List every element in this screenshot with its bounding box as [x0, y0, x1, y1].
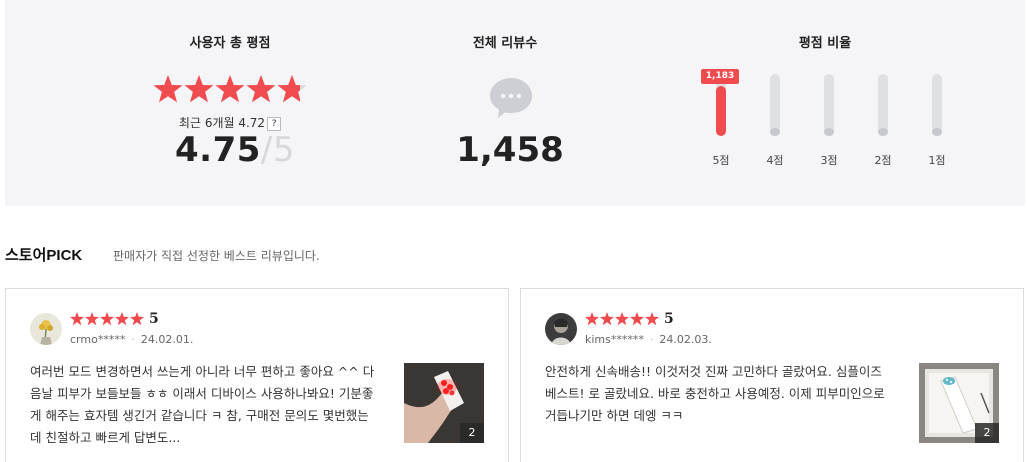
photo-count-badge: 2 — [975, 423, 999, 443]
bar-dot — [878, 128, 888, 136]
review-rating-stars — [70, 312, 144, 326]
bar-track — [878, 74, 888, 136]
rating-bar-1: 1점 — [917, 72, 957, 172]
star-icon — [85, 312, 99, 326]
rating-ratio-title: 평점 비율 — [798, 36, 852, 51]
review-photo-thumbnail[interactable]: 2 — [919, 363, 999, 443]
star-icon — [600, 312, 614, 326]
star-icon — [615, 312, 629, 326]
review-card[interactable]: 5 kims****** · 24.02.03. 안전하게 신속배송!! 이것저것 … — [520, 288, 1024, 462]
review-photo-thumbnail[interactable]: 2 — [404, 363, 484, 443]
recent-rating-label: 최근 6개월 4.72 — [178, 116, 266, 130]
rating-bar-2: 2점 — [863, 72, 903, 172]
avatar[interactable] — [545, 313, 577, 345]
bar-count-badge: 1,183 — [701, 69, 739, 84]
review-card[interactable]: 5 crmo***** · 24.02.01. 여러번 모드 변경하면서 쓰는게 아… — [5, 288, 509, 462]
star-icon — [130, 312, 144, 326]
review-text[interactable]: 안전하게 신속배송!! 이것저것 진짜 고민하다 골랐어요. 심플이즈 베스트!… — [545, 361, 895, 427]
bar-track — [824, 74, 834, 136]
rating-bar-5: 1,183 5점 — [701, 69, 741, 172]
total-reviews-title: 전체 리뷰수 — [472, 36, 538, 51]
bar-label: 2점 — [874, 154, 892, 167]
bar-label: 3점 — [820, 154, 838, 167]
star-icon — [115, 312, 129, 326]
review-text[interactable]: 여러번 모드 변경하면서 쓰는게 아니라 너무 편하고 좋아요 ^^ 다음날 피… — [30, 361, 380, 449]
review-meta: kims****** · 24.02.03. — [585, 333, 712, 346]
meta-separator: · — [649, 333, 654, 346]
score-max: /5 — [260, 130, 295, 170]
bar-dot — [932, 128, 942, 136]
store-pick-subtitle: 판매자가 직접 선정한 베스트 리뷰입니다. — [113, 249, 320, 263]
pick-title-en: PICK — [46, 247, 83, 264]
review-user: kims****** — [585, 333, 644, 346]
star-icon — [70, 312, 84, 326]
overall-rating-stars — [153, 75, 307, 103]
review-rating-value: 5 — [149, 311, 159, 327]
review-rating-value: 5 — [664, 311, 674, 327]
help-icon[interactable]: ? — [267, 116, 282, 131]
store-pick-title: 스토어 — [5, 246, 47, 264]
bar-fill — [716, 86, 726, 136]
bar-dot — [770, 128, 780, 136]
star-icon — [184, 75, 214, 103]
star-icon — [153, 75, 183, 103]
bar-label: 1점 — [928, 154, 946, 167]
rating-bar-3: 3점 — [809, 72, 849, 172]
recent-six-month-rating: 최근 6개월 4.72? — [140, 114, 320, 131]
overall-score: 4.75/5 — [150, 130, 320, 170]
bar-label: 4점 — [766, 154, 784, 167]
review-meta: crmo***** · 24.02.01. — [70, 333, 193, 346]
rating-bar-4: 4점 — [755, 72, 795, 172]
star-icon — [215, 75, 245, 103]
review-user: crmo***** — [70, 333, 126, 346]
user-score-title: 사용자 총 평점 — [189, 36, 271, 51]
review-date: 24.02.03. — [659, 333, 712, 346]
star-icon — [630, 312, 644, 326]
score-value: 4.75 — [175, 130, 261, 170]
speech-bubble-icon — [490, 78, 532, 118]
bar-track — [932, 74, 942, 136]
avatar[interactable] — [30, 313, 62, 345]
review-date: 24.02.01. — [140, 333, 194, 346]
review-rating-stars — [585, 312, 659, 326]
total-review-count: 1,458 — [456, 130, 564, 170]
store-pick-heading: 스토어PICK — [5, 244, 82, 265]
bar-dot — [824, 128, 834, 136]
photo-count-badge: 2 — [460, 423, 484, 443]
star-icon — [100, 312, 114, 326]
meta-separator: · — [131, 333, 135, 346]
star-icon — [585, 312, 599, 326]
star-icon — [246, 75, 276, 103]
bar-track — [770, 74, 780, 136]
bar-label: 5점 — [712, 154, 730, 167]
star-icon — [645, 312, 659, 326]
